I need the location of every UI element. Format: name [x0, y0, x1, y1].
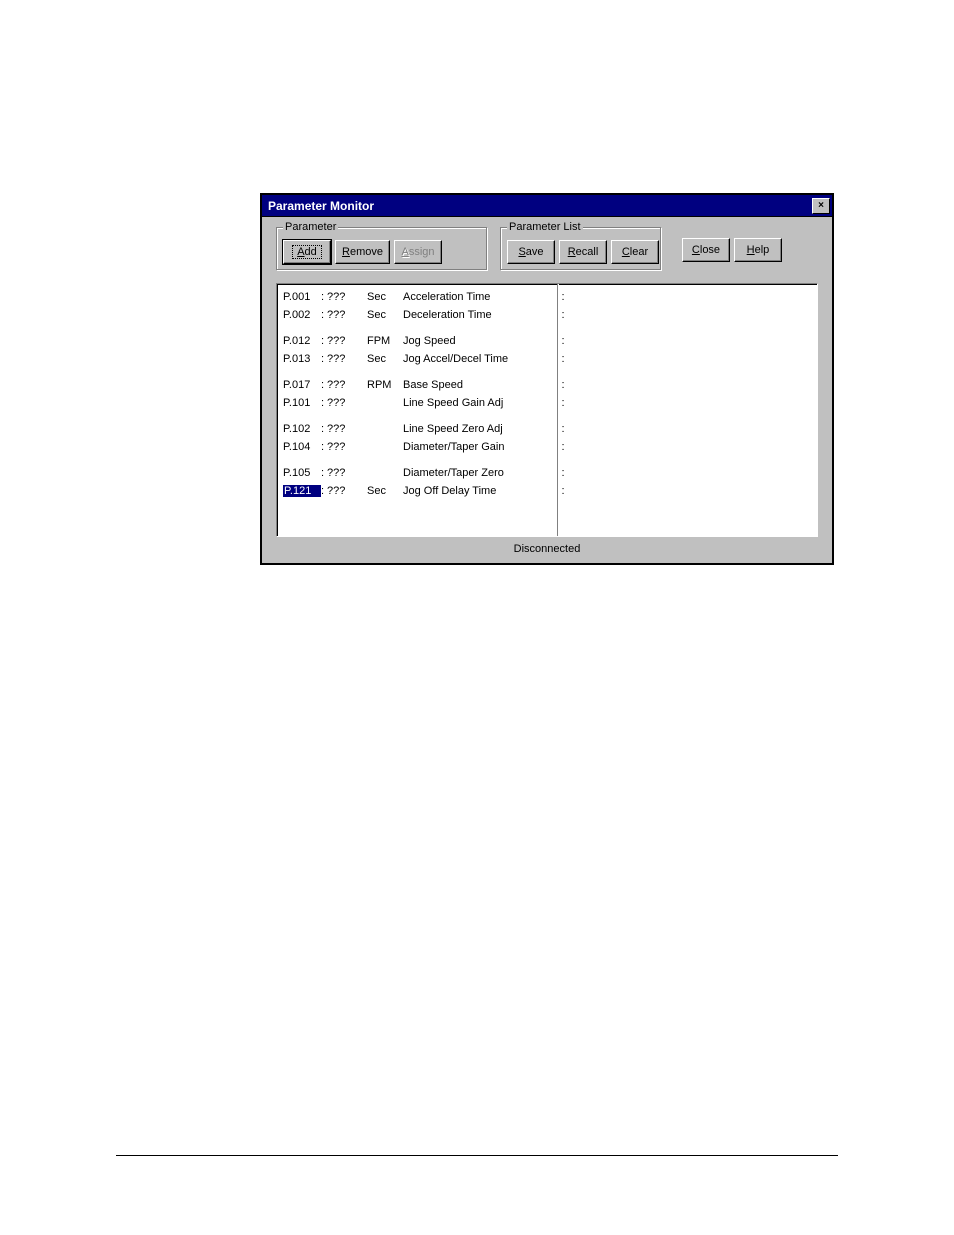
param-value: ??? [327, 379, 367, 391]
param-value: ??? [327, 467, 367, 479]
param-desc: Jog Accel/Decel Time [403, 353, 553, 365]
param-value: ??? [327, 485, 367, 497]
param-unit: FPM [367, 335, 403, 347]
param-value: ??? [327, 423, 367, 435]
param-desc: Jog Speed [403, 335, 553, 347]
group-parameter: Parameter Add Remove Assign [276, 227, 488, 271]
list-item[interactable]: P.001:???SecAcceleration Time: [283, 288, 817, 306]
param-id: P.013 [283, 353, 321, 365]
param-desc: Diameter/Taper Zero [403, 467, 553, 479]
param-desc: Deceleration Time [403, 309, 553, 321]
titlebar: Parameter Monitor × [262, 195, 832, 217]
status-text: Disconnected [276, 537, 818, 557]
close-icon[interactable]: × [812, 198, 830, 214]
close-button[interactable]: Close [682, 238, 730, 262]
param-desc: Diameter/Taper Gain [403, 441, 553, 453]
param-desc: Acceleration Time [403, 291, 553, 303]
param-id: P.104 [283, 441, 321, 453]
list-item[interactable]: P.102:???Line Speed Zero Adj: [283, 420, 817, 438]
list-item[interactable]: P.104:???Diameter/Taper Gain: [283, 438, 817, 456]
param-value: ??? [327, 309, 367, 321]
save-button[interactable]: Save [507, 240, 555, 264]
list-item[interactable]: P.012:???FPMJog Speed: [283, 332, 817, 350]
list-item[interactable]: P.101:???Line Speed Gain Adj: [283, 394, 817, 412]
param-value: ??? [327, 353, 367, 365]
param-desc: Jog Off Delay Time [403, 485, 553, 497]
param-id: P.002 [283, 309, 321, 321]
parameter-monitor-dialog: Parameter Monitor × Parameter Add Remove… [260, 193, 834, 565]
param-value: ??? [327, 397, 367, 409]
param-id: P.105 [283, 467, 321, 479]
param-desc: Line Speed Gain Adj [403, 397, 553, 409]
add-button[interactable]: Add [283, 240, 331, 264]
dialog-body: Parameter Add Remove Assign Parameter Li… [262, 217, 832, 563]
param-unit: Sec [367, 353, 403, 365]
param-id: P.017 [283, 379, 321, 391]
group-parameter-legend: Parameter [283, 221, 338, 233]
titlebar-text: Parameter Monitor [268, 199, 812, 213]
param-id: P.012 [283, 335, 321, 347]
param-id: P.101 [283, 397, 321, 409]
assign-button: Assign [394, 240, 442, 264]
param-value: ??? [327, 291, 367, 303]
parameter-list[interactable]: P.001:???SecAcceleration Time:P.002:???S… [276, 283, 818, 537]
param-id: P.102 [283, 423, 321, 435]
clear-button[interactable]: Clear [611, 240, 659, 264]
param-desc: Base Speed [403, 379, 553, 391]
param-id: P.121 [283, 485, 321, 497]
param-value: ??? [327, 335, 367, 347]
help-button[interactable]: Help [734, 238, 782, 262]
param-unit: RPM [367, 379, 403, 391]
group-parameter-list: Parameter List Save Recall Clear [500, 227, 662, 271]
param-unit: Sec [367, 309, 403, 321]
param-unit: Sec [367, 485, 403, 497]
toolbar: Parameter Add Remove Assign Parameter Li… [276, 227, 818, 271]
group-parameter-list-legend: Parameter List [507, 221, 583, 233]
footer-rule [116, 1155, 838, 1156]
recall-button[interactable]: Recall [559, 240, 607, 264]
list-item[interactable]: P.013:???SecJog Accel/Decel Time: [283, 350, 817, 368]
param-desc: Line Speed Zero Adj [403, 423, 553, 435]
param-unit: Sec [367, 291, 403, 303]
list-item[interactable]: P.105:???Diameter/Taper Zero: [283, 464, 817, 482]
param-id: P.001 [283, 291, 321, 303]
param-value: ??? [327, 441, 367, 453]
right-buttons: Close Help [682, 227, 782, 271]
list-divider [557, 284, 558, 536]
list-item[interactable]: P.121:???SecJog Off Delay Time: [283, 482, 817, 500]
list-item[interactable]: P.002:???SecDeceleration Time: [283, 306, 817, 324]
list-item[interactable]: P.017:???RPMBase Speed: [283, 376, 817, 394]
remove-button[interactable]: Remove [335, 240, 390, 264]
